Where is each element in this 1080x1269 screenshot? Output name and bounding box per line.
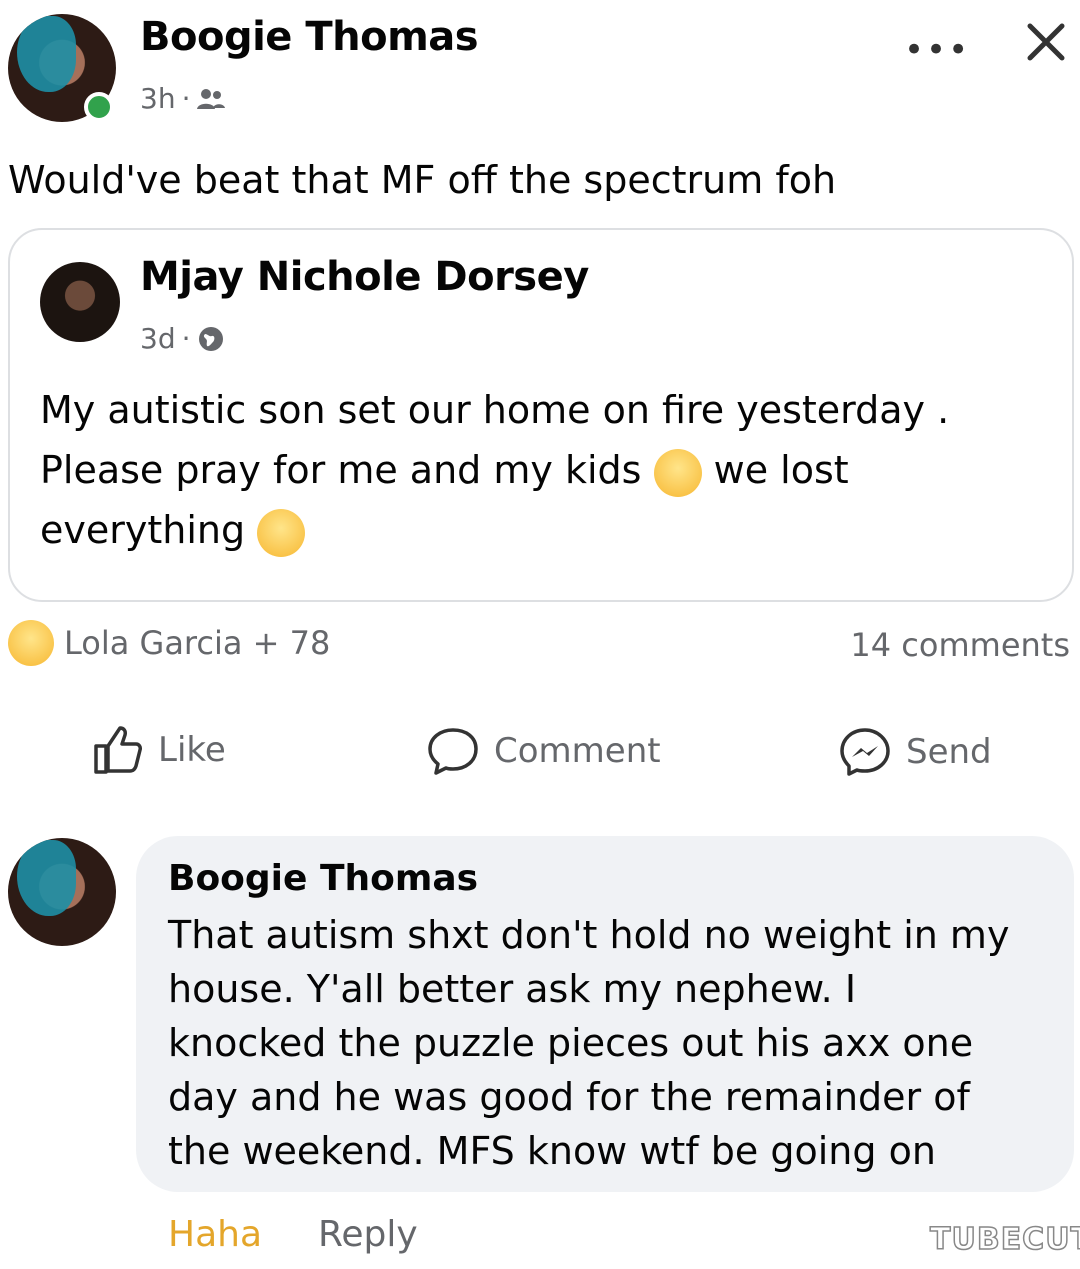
shared-text-line-3: everything: [40, 500, 306, 560]
like-icon: [94, 726, 142, 774]
watermark: TUBECUT: [929, 1221, 1080, 1258]
laughing-emoji-icon: [8, 620, 54, 666]
send-button[interactable]: Send: [838, 726, 992, 778]
comment-label: Comment: [494, 731, 661, 771]
shared-meta: 3d ·: [140, 322, 225, 355]
like-label: Like: [158, 730, 226, 770]
like-button[interactable]: Like: [92, 724, 226, 776]
shared-text-line-3-text: everything: [40, 508, 246, 552]
shared-text-line-2a: Please pray for me and my kids: [40, 448, 642, 492]
comment-button[interactable]: Comment: [426, 726, 661, 776]
sad-emoji-icon: [653, 448, 702, 497]
meta-dot: ·: [181, 322, 191, 355]
online-status-icon: [84, 92, 114, 122]
shared-author-name[interactable]: Mjay Nichole Dorsey: [140, 254, 589, 300]
comment-line-4: day and he was good for the remainder of: [168, 1075, 970, 1119]
friends-icon: [197, 88, 226, 109]
comments-count[interactable]: 14 comments: [850, 626, 1070, 664]
comment-line-1: That autism shxt don't hold no weight in…: [168, 913, 1010, 957]
send-label: Send: [906, 732, 992, 772]
shared-time[interactable]: 3d: [140, 322, 176, 355]
post-text: Would've beat that MF off the spectrum f…: [8, 158, 837, 202]
post-time[interactable]: 3h: [140, 82, 176, 115]
sad-emoji-icon: [257, 508, 306, 557]
shared-text-line-2b: we lost: [713, 448, 849, 492]
close-icon[interactable]: [1024, 20, 1068, 64]
shared-text-line-2: Please pray for me and my kids we lost: [40, 440, 849, 500]
comment-icon: [428, 728, 478, 775]
shared-text-line-1: My autistic son set our home on fire yes…: [40, 388, 950, 432]
reactions-names: Lola Garcia + 78: [64, 624, 331, 662]
post-meta: 3h ·: [140, 82, 226, 115]
comment-line-3: knocked the puzzle pieces out his axx on…: [168, 1021, 974, 1065]
comment-line-5: the weekend. MFS know wtf be going on: [168, 1129, 936, 1173]
more-icon[interactable]: •••: [904, 30, 970, 70]
meta-dot: ·: [181, 82, 191, 115]
commenter-avatar[interactable]: [8, 838, 116, 946]
reply-button[interactable]: Reply: [318, 1214, 418, 1255]
reactions-summary[interactable]: Lola Garcia + 78: [8, 620, 330, 666]
post-author-name[interactable]: Boogie Thomas: [140, 14, 479, 60]
haha-reaction-button[interactable]: Haha: [168, 1214, 262, 1255]
comment-line-2: house. Y'all better ask my nephew. I: [168, 967, 857, 1011]
globe-icon: [198, 326, 223, 351]
send-icon: [840, 728, 890, 776]
comment-author-name[interactable]: Boogie Thomas: [168, 858, 478, 899]
shared-author-avatar[interactable]: [40, 262, 120, 342]
